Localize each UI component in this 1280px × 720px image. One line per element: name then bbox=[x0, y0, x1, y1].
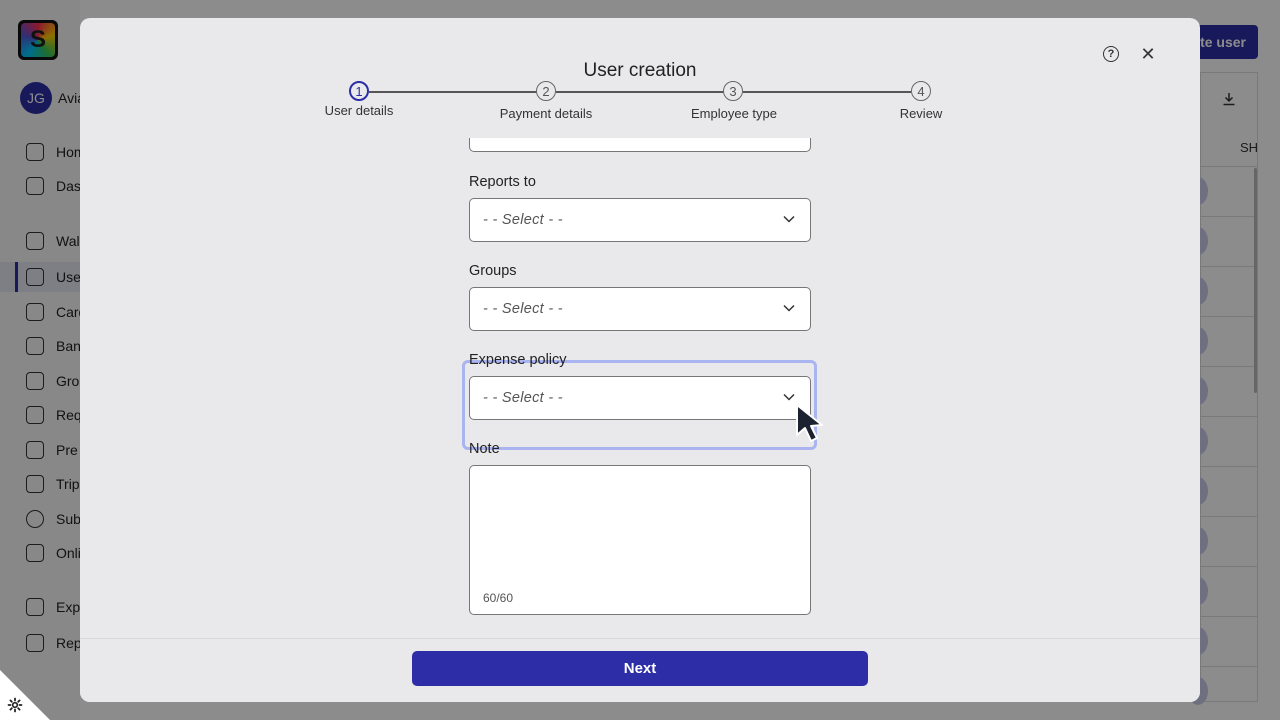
stepper-connector bbox=[369, 91, 537, 93]
help-icon[interactable]: ? bbox=[1103, 46, 1119, 62]
reports-to-placeholder: - - Select - - bbox=[483, 212, 563, 228]
user-creation-modal: User creation ? ✕ 1 2 3 4 User details P… bbox=[80, 18, 1200, 702]
note-label: Note bbox=[469, 441, 500, 457]
chevron-down-icon bbox=[783, 215, 795, 223]
step-1-indicator[interactable]: 1 bbox=[349, 81, 369, 101]
next-button[interactable]: Next bbox=[412, 651, 868, 686]
expense-policy-placeholder: - - Select - - bbox=[483, 390, 563, 406]
step-4-indicator[interactable]: 4 bbox=[911, 81, 931, 101]
logo-letter: S bbox=[29, 26, 46, 53]
step-3-indicator[interactable]: 3 bbox=[723, 81, 743, 101]
gear-icon[interactable] bbox=[7, 697, 23, 713]
mouse-cursor-icon bbox=[796, 404, 823, 442]
groups-label: Groups bbox=[469, 263, 517, 279]
note-textarea[interactable]: 60/60 bbox=[469, 465, 811, 615]
step-2-label: Payment details bbox=[499, 106, 593, 121]
modal-title: User creation bbox=[583, 60, 697, 81]
previous-field-input[interactable] bbox=[469, 138, 811, 152]
close-icon[interactable]: ✕ bbox=[1138, 44, 1158, 64]
groups-placeholder: - - Select - - bbox=[483, 301, 563, 317]
note-character-counter: 60/60 bbox=[483, 591, 514, 605]
step-1-label: User details bbox=[324, 103, 394, 118]
groups-select[interactable]: - - Select - - bbox=[469, 287, 811, 331]
modal-footer: Next bbox=[80, 638, 1200, 702]
stepper-connector bbox=[556, 91, 724, 93]
reports-to-select[interactable]: - - Select - - bbox=[469, 198, 811, 242]
step-3-label: Employee type bbox=[691, 106, 777, 121]
reports-to-label: Reports to bbox=[469, 174, 536, 190]
step-4-label: Review bbox=[899, 106, 943, 121]
form-scroll-area[interactable]: Reports to - - Select - - Groups - - Sel… bbox=[80, 138, 1200, 638]
expense-policy-select[interactable]: - - Select - - bbox=[469, 376, 811, 420]
chevron-down-icon bbox=[783, 304, 795, 312]
app-logo[interactable]: S bbox=[18, 20, 58, 60]
stepper-connector bbox=[743, 91, 911, 93]
step-2-indicator[interactable]: 2 bbox=[536, 81, 556, 101]
expense-policy-label: Expense policy bbox=[469, 352, 567, 368]
chevron-down-icon bbox=[783, 393, 795, 401]
